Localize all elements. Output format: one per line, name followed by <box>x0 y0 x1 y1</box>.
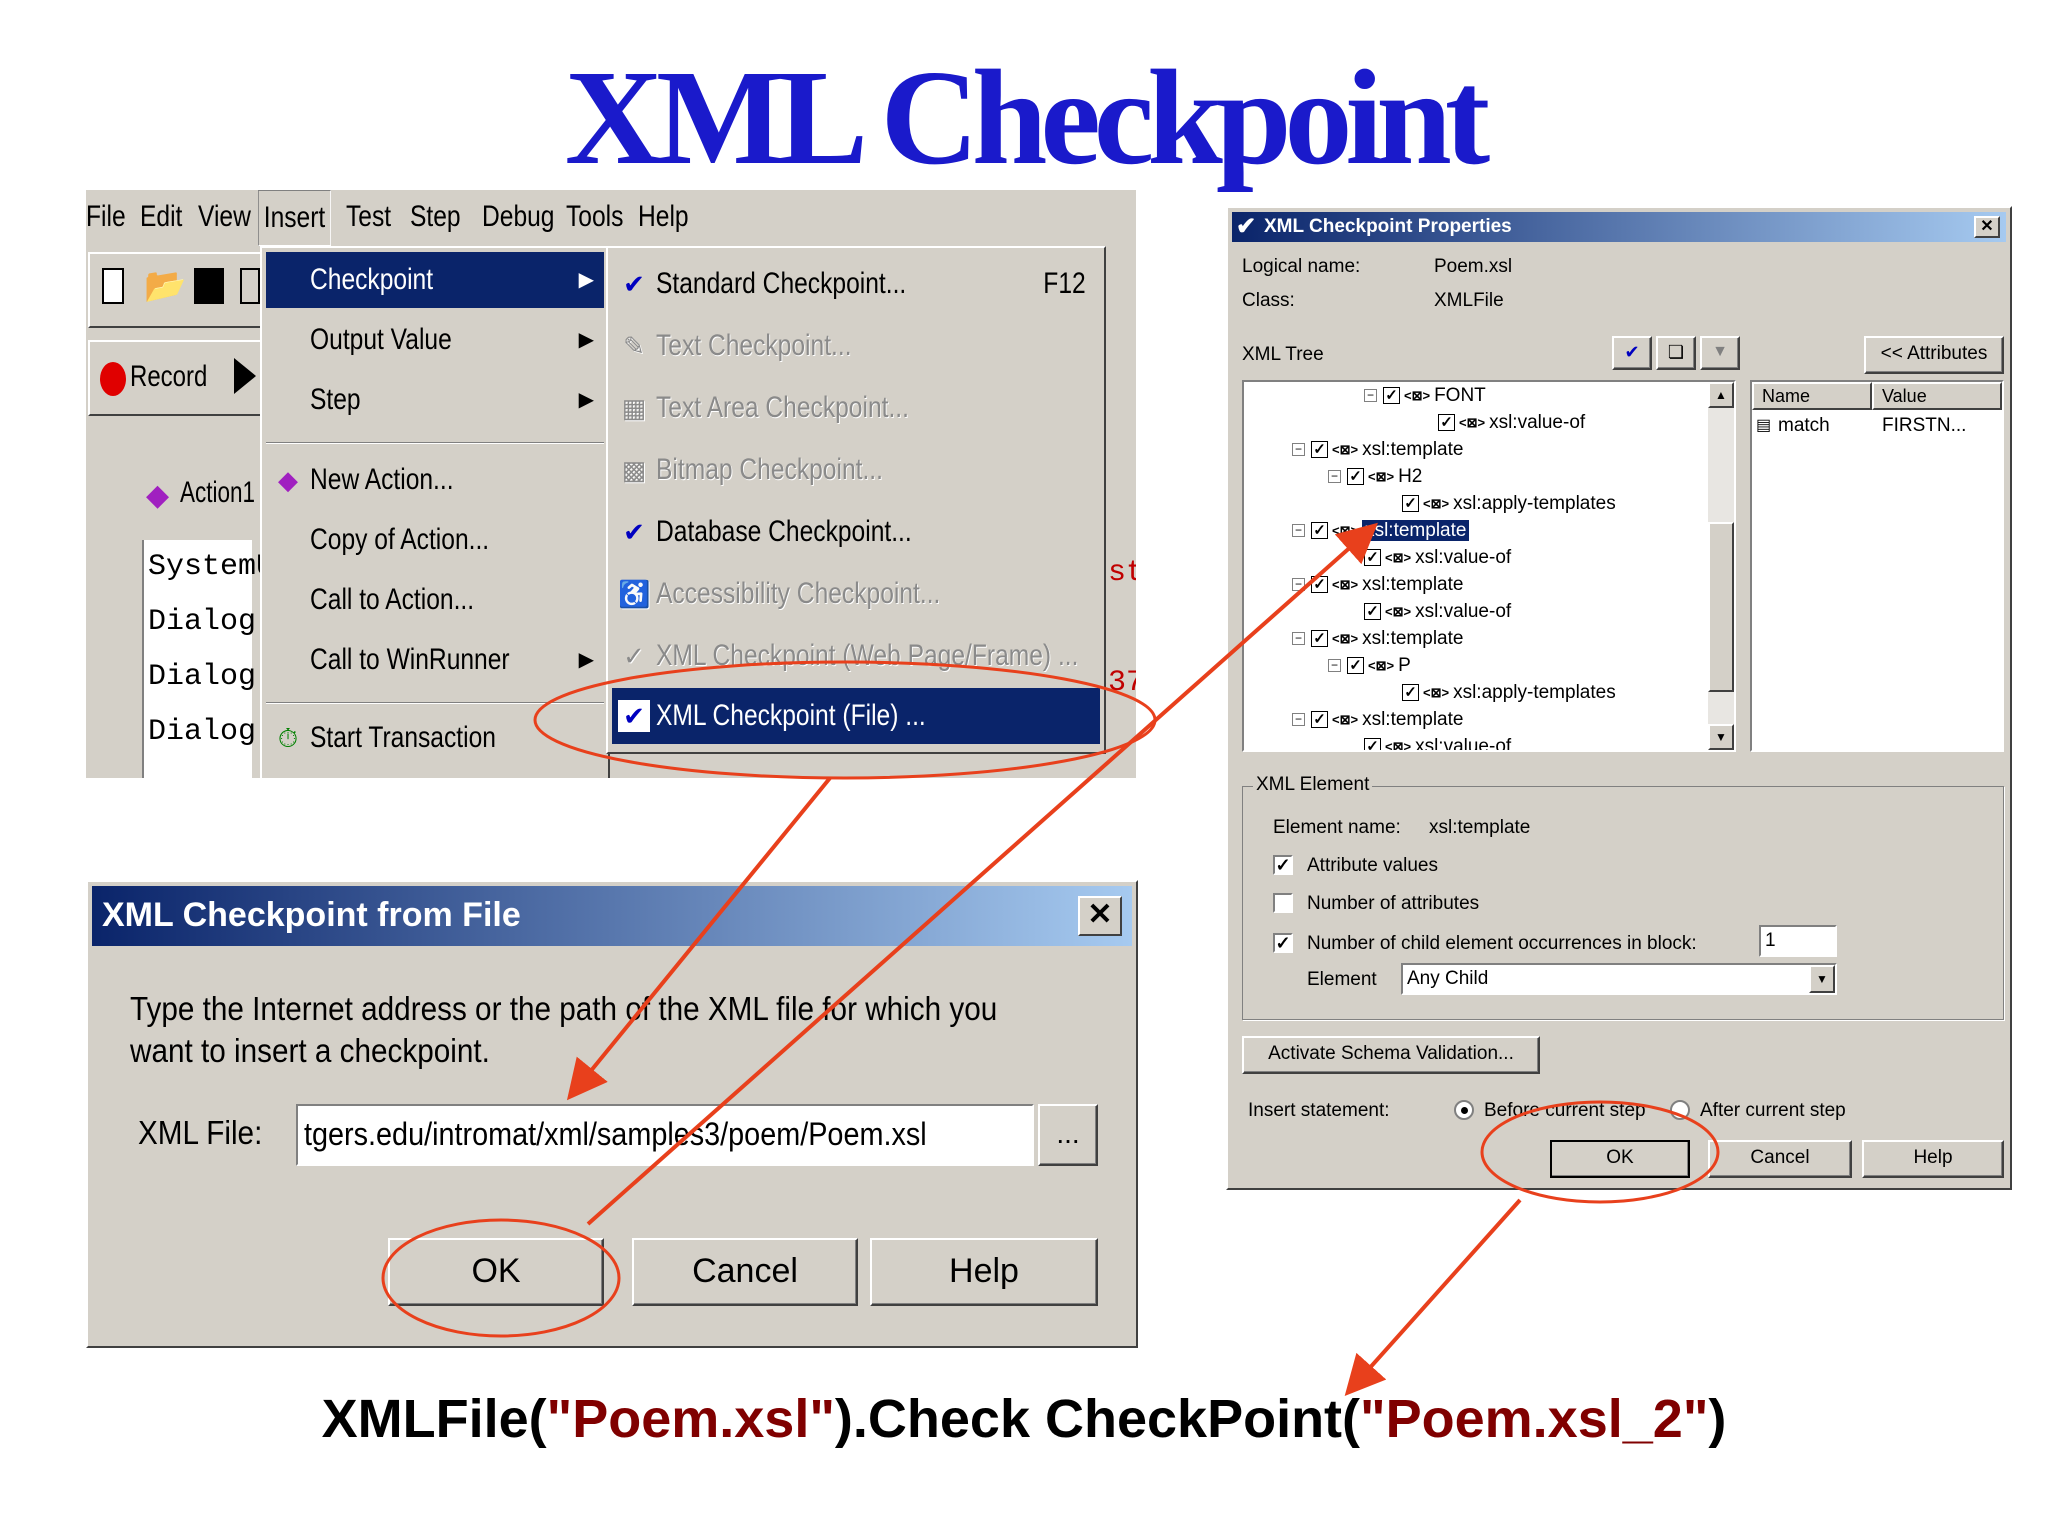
code-string: "Poem.xsl" <box>546 1389 835 1449</box>
code-part: XMLFile( <box>321 1389 547 1449</box>
checkpoint-code: XMLFile("Poem.xsl").Check CheckPoint("Po… <box>0 1388 2048 1450</box>
highlight-ellipse-ok-props <box>1480 1100 1720 1204</box>
arrow-props-to-code <box>1344 1198 1522 1396</box>
code-part: ) <box>1708 1389 1727 1449</box>
annotation-overlay <box>381 522 1720 1396</box>
highlight-ellipse-xml-file-menu <box>533 660 1157 780</box>
highlight-ellipse-ok-file <box>381 1218 621 1338</box>
arrow-menu-to-dialog <box>566 776 832 1101</box>
code-string: "Poem.xsl_2" <box>1360 1389 1709 1449</box>
arrow-ok-to-props <box>586 522 1378 1226</box>
code-part: ).Check CheckPoint( <box>834 1389 1361 1449</box>
